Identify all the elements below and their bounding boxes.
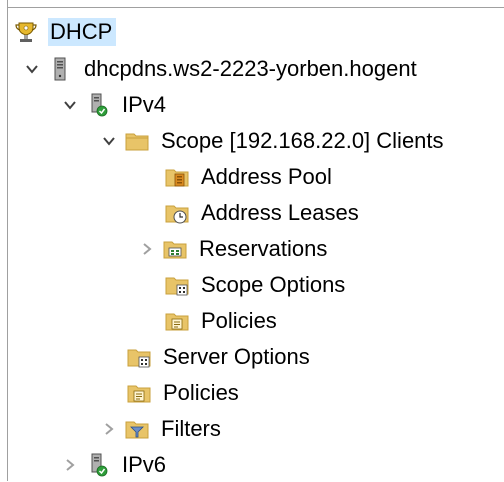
- policies-icon: [165, 309, 189, 333]
- chevron-right-icon[interactable]: [101, 421, 117, 437]
- tree-node-server-options-label: Server Options: [163, 344, 310, 369]
- chevron-down-icon[interactable]: [62, 97, 78, 113]
- tree-node-ipv4[interactable]: IPv4: [62, 88, 170, 122]
- tree-left-border: [7, 0, 8, 481]
- tree-node-reservations-label: Reservations: [199, 236, 328, 261]
- tree-top-border: [7, 7, 504, 8]
- chevron-right-icon[interactable]: [62, 457, 78, 473]
- tree-node-scope-options-label: Scope Options: [201, 272, 346, 297]
- dhcp-console-tree: DHCP dhcpdns.ws2-2223-yorben.hogent IPv4…: [0, 0, 504, 481]
- tree-node-address-leases[interactable]: Address Leases: [165, 196, 363, 230]
- tree-node-scope-options[interactable]: Scope Options: [165, 268, 349, 302]
- tree-node-scope-policies[interactable]: Policies: [165, 304, 281, 338]
- scope-options-icon: [165, 273, 189, 297]
- tree-node-dhcp-label: DHCP: [48, 18, 117, 46]
- tree-node-server[interactable]: dhcpdns.ws2-2223-yorben.hogent: [24, 52, 421, 86]
- tree-node-ipv4-policies-label: Policies: [163, 380, 239, 405]
- protocol-server-icon: [86, 453, 110, 477]
- chevron-right-icon[interactable]: [139, 241, 155, 257]
- policies-icon: [127, 381, 151, 405]
- tree-node-ipv4-policies[interactable]: Policies: [127, 376, 243, 410]
- tree-node-scope[interactable]: Scope [192.168.22.0] Clients: [101, 124, 448, 158]
- tree-node-filters-label: Filters: [161, 416, 221, 441]
- chevron-down-icon[interactable]: [24, 61, 40, 77]
- server-options-icon: [127, 345, 151, 369]
- address-pool-icon: [165, 165, 189, 189]
- chevron-down-icon[interactable]: [101, 133, 117, 149]
- folder-icon: [125, 129, 149, 153]
- tree-node-scope-policies-label: Policies: [201, 308, 277, 333]
- tree-node-ipv4-label: IPv4: [122, 92, 167, 117]
- tree-node-ipv6-label: IPv6: [122, 452, 167, 477]
- tree-node-filters[interactable]: Filters: [101, 412, 225, 446]
- tree-node-server-label: dhcpdns.ws2-2223-yorben.hogent: [84, 56, 417, 81]
- tree-node-address-leases-label: Address Leases: [201, 200, 359, 225]
- filters-icon: [125, 417, 149, 441]
- address-leases-icon: [165, 201, 189, 225]
- tree-node-address-pool-label: Address Pool: [201, 164, 332, 189]
- tree-node-scope-label: Scope [192.168.22.0] Clients: [161, 128, 444, 153]
- reservations-icon: [163, 237, 187, 261]
- protocol-server-icon: [86, 93, 110, 117]
- tree-node-address-pool[interactable]: Address Pool: [165, 160, 336, 194]
- tree-node-reservations[interactable]: Reservations: [139, 232, 331, 266]
- tree-node-ipv6[interactable]: IPv6: [62, 448, 170, 482]
- dhcp-trophy-icon: [14, 20, 38, 44]
- tree-node-server-options[interactable]: Server Options: [127, 340, 314, 374]
- tree-node-dhcp[interactable]: DHCP: [14, 15, 117, 49]
- server-tower-icon: [48, 57, 72, 81]
